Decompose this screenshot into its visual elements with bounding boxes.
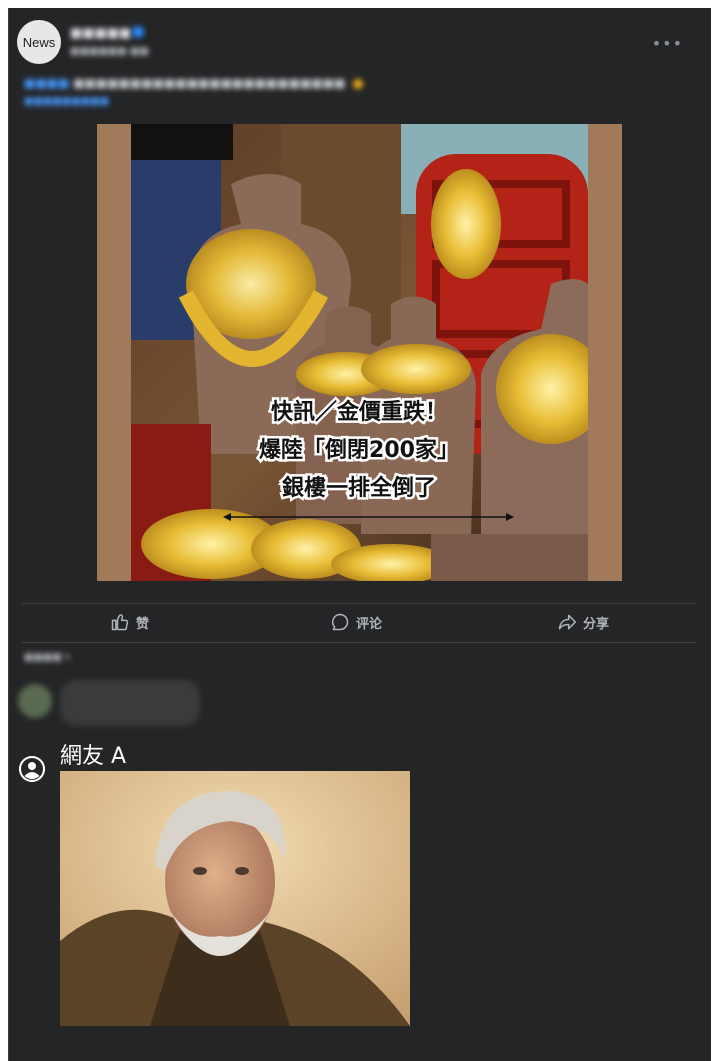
- thumbs-up-icon: [111, 614, 129, 631]
- blurred-comment: [18, 680, 208, 730]
- headline-line3: 銀樓一排全倒了: [282, 475, 436, 501]
- headline-line2: 爆陸「倒閉200家」: [259, 437, 459, 463]
- left-margin: [0, 0, 8, 1061]
- comment-image[interactable]: [60, 771, 410, 1026]
- post-meta: ■■■■■■ ■■: [70, 46, 149, 57]
- divider-bottom: [22, 642, 697, 643]
- page-avatar[interactable]: News: [17, 20, 61, 64]
- commenter-name: 網友 A: [60, 744, 127, 769]
- more-options-icon[interactable]: •••: [652, 34, 683, 53]
- caption-text: ■■■■■■■■■■■■■■■■■■■■■■■■: [73, 76, 346, 90]
- headline-line1: 快訊／金價重跌！: [271, 399, 447, 425]
- commenter-avatar[interactable]: [18, 684, 52, 718]
- divider-top: [22, 603, 697, 604]
- caption-hashtag[interactable]: ■■■■: [24, 76, 69, 90]
- comment-button[interactable]: 评论: [330, 612, 382, 632]
- jewelry-display-photo: 快訊／金價重跌！ 爆陸「倒閉200家」 銀樓一排全倒了: [131, 124, 588, 581]
- user-avatar-icon: [19, 756, 45, 782]
- post-caption: ■■■■ ■■■■■■■■■■■■■■■■■■■■■■■■: [24, 76, 464, 90]
- like-button[interactable]: 赞: [110, 612, 149, 632]
- post-image[interactable]: 快訊／金價重跌！ 爆陸「倒閉200家」 銀樓一排全倒了: [131, 124, 588, 581]
- comment-icon: [332, 613, 349, 631]
- emoji-icon: [353, 78, 364, 89]
- comment-bubble: [60, 680, 200, 726]
- right-margin: [711, 0, 717, 1061]
- comment-sort-dropdown[interactable]: ■■■■ ▾: [24, 652, 70, 663]
- caption-link[interactable]: ■■■■■■■■■: [24, 96, 109, 107]
- share-button[interactable]: 分享: [557, 612, 609, 632]
- share-icon: [558, 614, 577, 630]
- share-label: 分享: [583, 616, 610, 632]
- like-label: 赞: [136, 616, 150, 632]
- redaction-box: [131, 124, 233, 160]
- post-image-frame[interactable]: 快訊／金價重跌！ 爆陸「倒閉200家」 銀樓一排全倒了: [97, 124, 622, 581]
- old-man-photo: [60, 771, 410, 1026]
- page-name[interactable]: ■■■■■: [70, 26, 131, 41]
- comment-label: 评论: [356, 616, 383, 632]
- verified-icon: [132, 26, 144, 38]
